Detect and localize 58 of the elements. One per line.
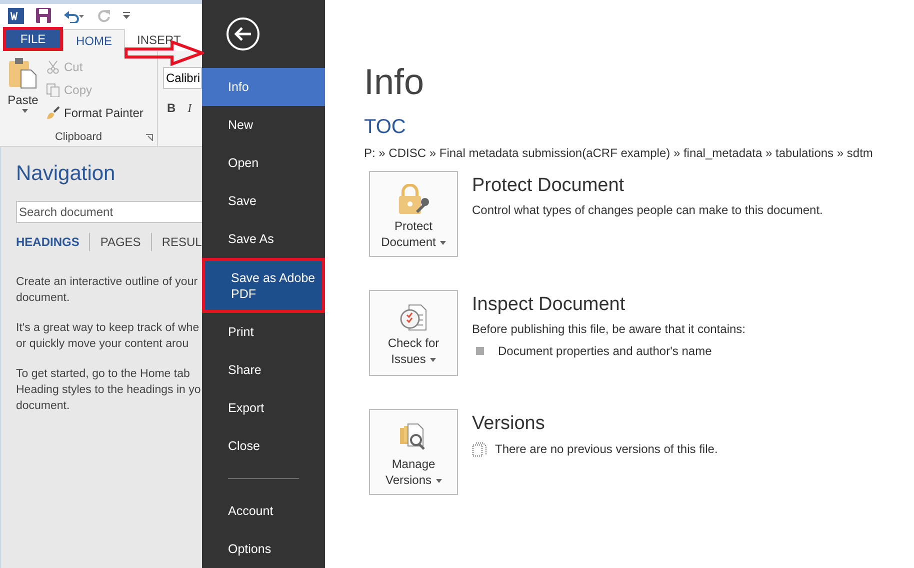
- lock-key-icon: [396, 184, 430, 216]
- copy-icon: [46, 83, 60, 97]
- paintbrush-icon: [46, 106, 60, 120]
- group-label: Clipboard: [54, 130, 102, 145]
- backstage-menu-item[interactable]: Export: [202, 389, 325, 427]
- info-action-button[interactable]: Manage Versions: [369, 409, 458, 495]
- backstage-menu-item[interactable]: Share: [202, 351, 325, 389]
- backstage-menu-item[interactable]: Options: [202, 530, 325, 568]
- search-field[interactable]: Search document: [16, 201, 202, 223]
- navigation-tab[interactable]: HEADINGS: [16, 233, 80, 251]
- undo-icon[interactable]: [63, 8, 85, 22]
- file-path: P: » CDISC » Final metadata submission(aCRF example) » final_metadata » tabulations » sdtm: [364, 145, 873, 162]
- caret-icon: [440, 240, 446, 245]
- section-heading: Protect Document: [472, 174, 624, 198]
- document-name: TOC: [364, 115, 406, 140]
- file-tab[interactable]: FILE: [3, 27, 63, 51]
- section-description: Before publishing this file, be aware that it contains:: [472, 321, 746, 338]
- backstage-menu-item[interactable]: Save As: [202, 220, 325, 258]
- section-heading: Inspect Document: [472, 293, 626, 317]
- navigation-help-text: Create an interactive outline of your document.: [16, 275, 198, 306]
- info-action-button[interactable]: Check for Issues: [369, 290, 458, 376]
- info-action-button[interactable]: Protect Document: [369, 171, 458, 257]
- bullet-text: Document properties and author's name: [498, 343, 712, 360]
- navigation-tab[interactable]: RESUL: [162, 233, 202, 251]
- backstage-menu-item[interactable]: Save as Adobe PDF: [202, 258, 325, 313]
- navigation-title: Navigation: [16, 161, 116, 187]
- word-logo-icon[interactable]: [8, 8, 24, 24]
- backstage-menu-item[interactable]: New: [202, 106, 325, 144]
- customize-caret-icon[interactable]: [123, 12, 130, 20]
- checklist-icon: [398, 303, 428, 333]
- section-note: There are no previous versions of this file.: [495, 441, 718, 458]
- navigation-help-text: It's a great way to keep track of whe or quickly move your content arou: [16, 321, 200, 352]
- paste-button[interactable]: Paste: [0, 57, 46, 128]
- bold-button[interactable]: B: [167, 99, 176, 117]
- page-title: Info: [364, 60, 424, 104]
- navigation-help-text: To get started, go to the Home tab Heading styles to the headings in yo document.: [16, 367, 201, 414]
- clipboard-icon: [8, 57, 38, 89]
- backstage-menu-item[interactable]: Save: [202, 182, 325, 220]
- save-icon[interactable]: [36, 8, 51, 23]
- bullet-icon: [476, 347, 484, 355]
- navigation-tab[interactable]: PAGES: [100, 233, 141, 251]
- caret-icon: [436, 478, 442, 483]
- backstage-menu-item[interactable]: Print: [202, 313, 325, 351]
- backstage-menu-item[interactable]: Open: [202, 144, 325, 182]
- section-description: Control what types of changes people can make to this document.: [472, 202, 823, 219]
- scissors-icon: [46, 60, 60, 74]
- section-heading: Versions: [472, 412, 545, 436]
- backstage-menu-item[interactable]: Info: [202, 68, 325, 106]
- italic-button[interactable]: I: [188, 99, 192, 117]
- dialog-launcher-icon[interactable]: [146, 134, 153, 141]
- ribbon-tab[interactable]: HOME: [63, 29, 125, 51]
- backstage-menu-item[interactable]: Close: [202, 427, 325, 465]
- caret-icon: [22, 109, 28, 113]
- caret-icon: [430, 358, 436, 362]
- versions-document-icon: [472, 442, 487, 456]
- backstage-menu-item[interactable]: Account: [202, 492, 325, 530]
- clipboard-command[interactable]: Format Painter: [46, 103, 144, 123]
- font-name-field[interactable]: Calibri: [163, 67, 202, 89]
